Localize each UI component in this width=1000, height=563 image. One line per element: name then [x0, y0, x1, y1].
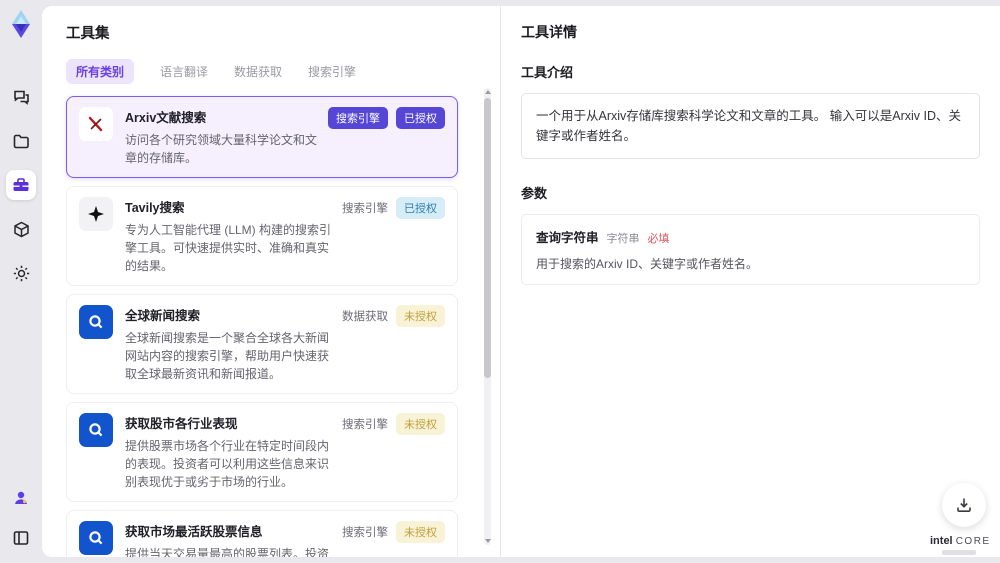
- intro-heading: 工具介绍: [521, 65, 574, 80]
- tool-desc: 提供股票市场各个行业在特定时间段内的表现。投资者可以利用这些信息来识别表现优于或…: [125, 439, 330, 489]
- brand-intel: intel: [930, 535, 953, 547]
- user-avatar-icon[interactable]: [6, 483, 36, 513]
- tool-list: Arxiv文献搜索 访问各个研究领域大量科学论文和文章的存储库。 搜索引擎 已授…: [66, 96, 476, 557]
- intel-core-logo: intel CORE: [930, 535, 991, 555]
- arxiv-icon: [79, 107, 113, 141]
- category-badge: 搜索引擎: [328, 107, 388, 129]
- tool-name: 获取股市各行业表现: [125, 417, 238, 431]
- param-type: 字符串: [606, 233, 640, 245]
- toolbox-icon[interactable]: [6, 170, 36, 200]
- rail-bottom: [6, 483, 36, 553]
- category-label: 搜索引擎: [342, 527, 388, 539]
- tool-name: 获取市场最活跃股票信息: [125, 525, 263, 539]
- news-search-icon: [79, 305, 113, 339]
- scroll-down-arrow[interactable]: [484, 539, 491, 543]
- settings-gear-icon[interactable]: [6, 258, 36, 288]
- tool-desc: 专为人工智能代理 (LLM) 构建的搜索引擎工具。可快速提供实时、准确和真实的结…: [125, 223, 332, 273]
- tool-intro-text: 一个用于从Arxiv存储库搜索科学论文和文章的工具。 输入可以是Arxiv ID…: [521, 93, 980, 159]
- auth-status-badge: 未授权: [396, 305, 445, 327]
- auth-status-badge: 未授权: [396, 521, 445, 543]
- auth-status-badge: 未授权: [396, 413, 445, 435]
- tab-language-translation[interactable]: 语言翻译: [160, 63, 208, 80]
- tool-item-global-news[interactable]: 全球新闻搜索 全球新闻搜索是一个聚合全球各大新闻网站内容的搜索引擎，帮助用户快速…: [66, 294, 458, 394]
- tab-search-engine[interactable]: 搜索引擎: [308, 63, 356, 80]
- category-label: 搜索引擎: [342, 203, 388, 215]
- tool-name: Arxiv文献搜索: [125, 111, 207, 125]
- chat-icon[interactable]: [6, 82, 36, 112]
- category-label: 数据获取: [342, 311, 388, 323]
- tool-item-tavily[interactable]: Tavily搜索 专为人工智能代理 (LLM) 构建的搜索引擎工具。可快速提供实…: [66, 186, 458, 286]
- list-scrollbar[interactable]: [484, 88, 491, 545]
- param-name: 查询字符串: [536, 231, 599, 245]
- tab-data-fetch[interactable]: 数据获取: [234, 63, 282, 80]
- brand-core: CORE: [955, 536, 991, 547]
- brand-subtext-bar: [942, 550, 976, 555]
- folder-icon[interactable]: [6, 126, 36, 156]
- auth-status-badge: 已授权: [396, 197, 445, 219]
- tool-item-most-active-stocks[interactable]: 获取市场最活跃股票信息 提供当天交易量最高的股票列表。投资者可以利用这些信息来识…: [66, 510, 458, 557]
- tool-item-sector-performance[interactable]: 获取股市各行业表现 提供股票市场各个行业在特定时间段内的表现。投资者可以利用这些…: [66, 402, 458, 502]
- param-card: 查询字符串 字符串 必填 用于搜索的Arxiv ID、关键字或作者姓名。: [521, 214, 980, 285]
- app-logo[interactable]: [7, 8, 35, 42]
- category-label: 搜索引擎: [342, 419, 388, 431]
- tool-item-arxiv[interactable]: Arxiv文献搜索 访问各个研究领域大量科学论文和文章的存储库。 搜索引擎 已授…: [66, 96, 458, 178]
- page-title: 工具集: [66, 26, 110, 42]
- tool-desc: 提供当天交易量最高的股票列表。投资者可以利用这些信息来识别流动性强的股票和潜在的…: [125, 547, 330, 557]
- tool-desc: 访问各个研究领域大量科学论文和文章的存储库。: [125, 133, 318, 165]
- tool-desc: 全球新闻搜索是一个聚合全球各大新闻网站内容的搜索引擎，帮助用户快速获取全球最新资…: [125, 331, 330, 381]
- download-button[interactable]: [942, 483, 986, 527]
- package-icon[interactable]: [6, 214, 36, 244]
- news-search-icon: [79, 413, 113, 447]
- tool-detail-panel: 工具详情 工具介绍 一个用于从Arxiv存储库搜索科学论文和文章的工具。 输入可…: [500, 6, 1000, 557]
- rail-nav: [6, 82, 36, 288]
- tab-all-categories[interactable]: 所有类别: [66, 59, 135, 84]
- param-desc: 用于搜索的Arxiv ID、关键字或作者姓名。: [536, 257, 759, 271]
- param-required-flag: 必填: [647, 233, 670, 245]
- scroll-up-arrow[interactable]: [484, 90, 491, 94]
- content-shell: 工具集 所有类别 语言翻译 数据获取 搜索引擎 Arxiv文献搜索 访问各个研究…: [42, 6, 1000, 557]
- detail-title: 工具详情: [521, 24, 577, 40]
- scrollbar-thumb[interactable]: [484, 98, 491, 378]
- tool-name: Tavily搜索: [125, 201, 185, 215]
- left-rail: [0, 0, 42, 563]
- tool-list-panel: 工具集 所有类别 语言翻译 数据获取 搜索引擎 Arxiv文献搜索 访问各个研究…: [42, 6, 500, 557]
- panel-toggle-icon[interactable]: [6, 523, 36, 553]
- auth-status-badge: 已授权: [396, 107, 445, 129]
- params-heading: 参数: [521, 186, 548, 201]
- tool-name: 全球新闻搜索: [125, 309, 201, 323]
- category-tabs: 所有类别 语言翻译 数据获取 搜索引擎: [66, 59, 476, 84]
- news-search-icon: [79, 521, 113, 555]
- sparkle-icon: [79, 197, 113, 231]
